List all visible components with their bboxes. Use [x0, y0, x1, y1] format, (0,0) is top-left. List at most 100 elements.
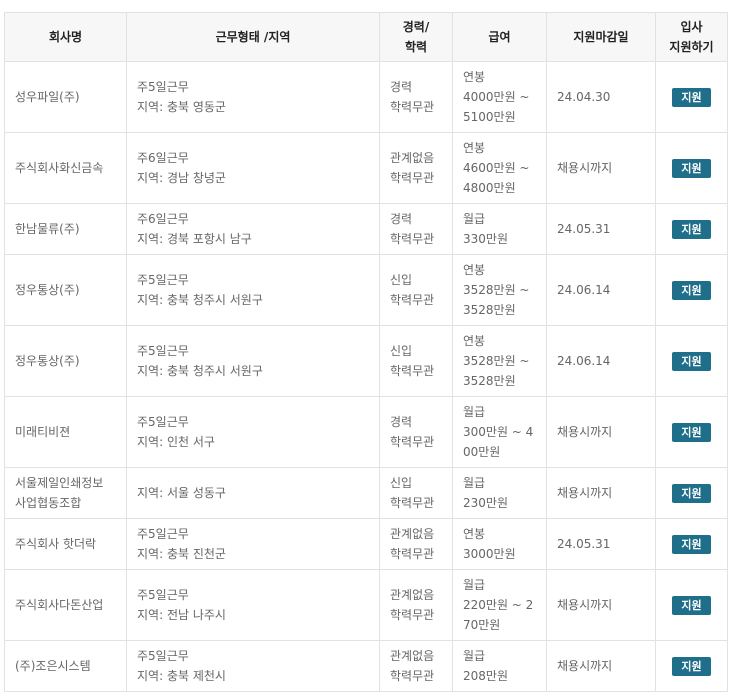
- deadline: 24.05.31: [546, 203, 656, 255]
- salary-line: 연봉: [463, 334, 486, 348]
- experience-education-line: 경력: [390, 415, 413, 429]
- experience-education-line: 신입: [390, 476, 413, 490]
- company-name[interactable]: (주)조은시스템: [4, 640, 127, 692]
- company-name[interactable]: 정우통상(주): [4, 325, 127, 397]
- experience-education-line: 학력무관: [390, 293, 435, 307]
- table-row: 한남물류(주) 주6일근무 지역: 경북 포항시 남구 경력 학력무관 월급 330만원 24…: [4, 203, 728, 255]
- salary-line: 230만원: [463, 496, 508, 510]
- apply-button[interactable]: 지원: [672, 657, 711, 676]
- header-apply: 입사 지원하기: [655, 12, 728, 62]
- experience-education-line: 학력무관: [390, 171, 435, 185]
- apply-button[interactable]: 지원: [672, 423, 711, 442]
- apply-cell: 지원: [655, 254, 728, 326]
- work-type-region-line: 지역: 충북 영동군: [137, 100, 226, 114]
- apply-button[interactable]: 지원: [672, 220, 711, 239]
- experience-education: 관계없음 학력무관: [379, 569, 453, 641]
- work-type-region-line: 지역: 전남 나주시: [137, 608, 226, 622]
- apply-button[interactable]: 지원: [672, 281, 711, 300]
- experience-education-line: 관계없음: [390, 527, 435, 541]
- salary: 연봉 4600만원 ~ 4800만원: [452, 132, 547, 204]
- work-type-region-line: 주5일근무: [137, 527, 189, 541]
- salary: 연봉 3528만원 ~ 3528만원: [452, 325, 547, 397]
- work-type-region-line: 주5일근무: [137, 415, 189, 429]
- experience-education-line: 관계없음: [390, 588, 435, 602]
- salary-line: 연봉: [463, 141, 486, 155]
- salary-line: 5100만원: [463, 110, 516, 124]
- apply-button[interactable]: 지원: [672, 484, 711, 503]
- salary-line: 3528만원 ~: [463, 283, 530, 297]
- salary: 연봉 3000만원: [452, 518, 547, 570]
- experience-education-line: 학력무관: [390, 547, 435, 561]
- deadline: 24.05.31: [546, 518, 656, 570]
- work-type-region-line: 주5일근무: [137, 344, 189, 358]
- company-name-line: 성우파일(주): [15, 90, 80, 104]
- apply-button[interactable]: 지원: [672, 352, 711, 371]
- apply-cell: 지원: [655, 203, 728, 255]
- deadline: 24.04.30: [546, 61, 656, 133]
- work-type-region-line: 주5일근무: [137, 273, 189, 287]
- company-name-line: 주식회사화신금속: [15, 161, 104, 175]
- header-experience-education: 경력/ 학력: [379, 12, 453, 62]
- work-type-region: 주6일근무 지역: 경남 창녕군: [126, 132, 380, 204]
- company-name[interactable]: 주식회사 핫더락: [4, 518, 127, 570]
- apply-cell: 지원: [655, 640, 728, 692]
- company-name[interactable]: 주식회사화신금속: [4, 132, 127, 204]
- apply-cell: 지원: [655, 569, 728, 641]
- company-name[interactable]: 주식회사다돈산업: [4, 569, 127, 641]
- apply-button[interactable]: 지원: [672, 596, 711, 615]
- table-row: (주)조은시스템 주5일근무 지역: 충북 제천시 관계없음 학력무관 월급 208만원 채용…: [4, 640, 728, 692]
- work-type-region: 주6일근무 지역: 경북 포항시 남구: [126, 203, 380, 255]
- deadline: 채용시까지: [546, 640, 656, 692]
- work-type-region-line: 주5일근무: [137, 80, 189, 94]
- salary-line: 월급: [463, 649, 486, 663]
- table-row: 정우통상(주) 주5일근무 지역: 충북 청주시 서원구 신입 학력무관 연봉 3528만원…: [4, 254, 728, 326]
- work-type-region-line: 지역: 충북 청주시 서원구: [137, 293, 263, 307]
- table-row: 정우통상(주) 주5일근무 지역: 충북 청주시 서원구 신입 학력무관 연봉 3528만원…: [4, 325, 728, 397]
- header-exp-line-2: 학력: [404, 40, 428, 54]
- salary-line: 연봉: [463, 70, 486, 84]
- salary: 월급 300만원 ~ 4 00만원: [452, 396, 547, 468]
- apply-button[interactable]: 지원: [672, 88, 711, 107]
- experience-education-line: 경력: [390, 80, 413, 94]
- table-row: 주식회사화신금속 주6일근무 지역: 경남 창녕군 관계없음 학력무관 연봉 4600만원 …: [4, 132, 728, 204]
- apply-cell: 지원: [655, 467, 728, 519]
- company-name[interactable]: 한남물류(주): [4, 203, 127, 255]
- work-type-region-line: 지역: 경북 포항시 남구: [137, 232, 252, 246]
- apply-cell: 지원: [655, 132, 728, 204]
- apply-cell: 지원: [655, 396, 728, 468]
- work-type-region-line: 지역: 충북 청주시 서원구: [137, 364, 263, 378]
- experience-education: 경력 학력무관: [379, 396, 453, 468]
- apply-button[interactable]: 지원: [672, 159, 711, 178]
- experience-education: 신입 학력무관: [379, 254, 453, 326]
- work-type-region: 주5일근무 지역: 충북 제천시: [126, 640, 380, 692]
- salary: 월급 330만원: [452, 203, 547, 255]
- experience-education-line: 학력무관: [390, 669, 435, 683]
- deadline: 24.06.14: [546, 325, 656, 397]
- company-name[interactable]: 성우파일(주): [4, 61, 127, 133]
- work-type-region: 주5일근무 지역: 전남 나주시: [126, 569, 380, 641]
- experience-education-line: 관계없음: [390, 151, 435, 165]
- apply-cell: 지원: [655, 325, 728, 397]
- salary-line: 4000만원 ~: [463, 90, 530, 104]
- experience-education: 관계없음학력무관: [379, 132, 453, 204]
- work-type-region: 주5일근무 지역: 충북 진천군: [126, 518, 380, 570]
- work-type-region: 주5일근무지역: 충북 영동군: [126, 61, 380, 133]
- company-name[interactable]: 미래티비젼: [4, 396, 127, 468]
- header-work-type-region: 근무형태 /지역: [126, 12, 380, 62]
- apply-button[interactable]: 지원: [672, 535, 711, 554]
- experience-education-line: 학력무관: [390, 100, 435, 114]
- company-name[interactable]: 서울제일인쇄정보 사업협동조합: [4, 467, 127, 519]
- company-name[interactable]: 정우통상(주): [4, 254, 127, 326]
- deadline: 채용시까지: [546, 569, 656, 641]
- job-listing-table: 회사명 근무형태 /지역 경력/ 학력 급여 지원마감일 입사 지원하기 성우파…: [4, 12, 728, 692]
- work-type-region: 주5일근무 지역: 인천 서구: [126, 396, 380, 468]
- header-salary: 급여: [452, 12, 547, 62]
- work-type-region-line: 지역: 충북 제천시: [137, 669, 226, 683]
- salary: 연봉 4000만원 ~ 5100만원: [452, 61, 547, 133]
- table-row: 주식회사 핫더락 주5일근무 지역: 충북 진천군 관계없음학력무관 연봉 3000만원 2…: [4, 518, 728, 570]
- deadline: 채용시까지: [546, 467, 656, 519]
- work-type-region: 주5일근무지역: 충북 청주시 서원구: [126, 254, 380, 326]
- experience-education: 관계없음 학력무관: [379, 640, 453, 692]
- table-header-row: 회사명 근무형태 /지역 경력/ 학력 급여 지원마감일 입사 지원하기: [4, 12, 728, 62]
- table-row: 서울제일인쇄정보 사업협동조합 지역: 서울 성동구 신입 학력무관 월급 230만원 채용시…: [4, 467, 728, 519]
